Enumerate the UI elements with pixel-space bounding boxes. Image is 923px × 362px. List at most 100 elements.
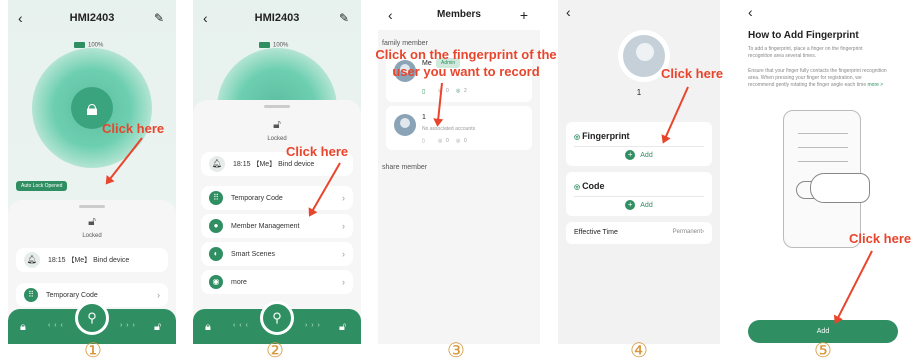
unlock-icon[interactable]: 🔓︎: [154, 321, 161, 334]
step-number-3: ③: [447, 338, 465, 362]
keypad-line: [798, 147, 848, 148]
step-number-5: ⑤: [814, 338, 832, 362]
keypad-icon: ⠿: [24, 288, 38, 302]
phone-icon: ▯: [422, 89, 426, 95]
step-number-2: ②: [266, 338, 284, 362]
screen-1: ‹ HMI2403 ✎ 100% 🔒︎ Auto Lock Opened 🔓︎ L…: [8, 0, 176, 344]
back-icon[interactable]: ‹: [203, 8, 208, 28]
member-subtitle: No associated accounts: [422, 126, 476, 132]
menu-smart-scenes[interactable]: ◐ Smart Scenes ›: [201, 242, 353, 266]
plus-icon: +: [625, 150, 636, 160]
callout-3: Click on the fingerprint of the user you…: [375, 47, 557, 79]
more-icon: ◉: [209, 275, 223, 289]
fingerprint-knob[interactable]: ⚲: [75, 301, 109, 335]
fingerprint-icon: ◎: [456, 138, 461, 144]
plus-icon: +: [625, 200, 636, 210]
toggle-icon: ◐: [209, 247, 223, 261]
swipe-left-hint: ‹ ‹ ‹: [48, 322, 64, 329]
back-icon[interactable]: ‹: [388, 0, 393, 30]
lock-orb[interactable]: 🔒︎: [32, 48, 152, 168]
top-bar: ‹ HMI2403 ✎: [8, 8, 176, 28]
divider: [574, 146, 704, 147]
permanent-value: Permanent: [672, 229, 702, 235]
callout-1: Click here: [102, 121, 165, 136]
page-title: How to Add Fingerprint: [748, 30, 859, 41]
avatar: [394, 114, 416, 136]
swipe-right-hint: › › ›: [120, 322, 136, 329]
activity-log[interactable]: 🔔︎ 18:15 【Me】 Bind device: [16, 248, 168, 272]
device-title: HMI2403: [69, 12, 115, 24]
menu-label: Smart Scenes: [231, 250, 275, 258]
password-icon: ◎: [438, 138, 443, 144]
menu-label: Member Management: [231, 222, 300, 230]
lock-status-label: Locked: [267, 136, 287, 142]
sheet-handle[interactable]: [264, 105, 290, 108]
battery-icon: [259, 42, 270, 48]
log-text: 18:15 【Me】 Bind device: [233, 161, 315, 168]
unlock-icon[interactable]: 🔓︎: [339, 321, 346, 334]
member-card-1[interactable]: 1 No associated accounts ▯ ◎ 0 ◎ 0: [386, 106, 532, 150]
divider: [574, 196, 704, 197]
unlock-icon: 🔓︎: [88, 214, 96, 228]
step-number-4: ④: [630, 338, 648, 362]
member-name: 1: [422, 114, 426, 121]
password-count: 0: [446, 138, 449, 144]
instruction-1: To add a fingerprint, place a finger on …: [748, 46, 863, 59]
menu-label: Temporary Code: [46, 291, 98, 299]
keypad-line: [798, 161, 848, 162]
back-icon[interactable]: ‹: [18, 8, 23, 28]
effective-time-row[interactable]: Effective Time Permanent›: [566, 222, 712, 244]
fingerprint-icon: ◎: [456, 88, 461, 94]
keypad-line: [798, 133, 848, 134]
swipe-right-hint: › › ›: [305, 322, 321, 329]
edit-icon[interactable]: ✎: [339, 8, 349, 28]
fingerprint-count: 0: [464, 138, 467, 144]
section-share: share member: [382, 164, 428, 171]
fingerprint-label: Fingerprint: [582, 131, 630, 141]
callout-5: Click here: [849, 231, 912, 246]
person-icon: ●: [209, 219, 223, 233]
menu-more[interactable]: ◉ more ›: [201, 270, 353, 294]
fingerprint-title: ◎ Fingerprint: [574, 131, 630, 141]
add-fingerprint-button[interactable]: + Add: [566, 150, 712, 160]
step-number-1: ①: [84, 338, 102, 362]
lock-status: 🔓︎ Locked: [8, 214, 176, 239]
hand-icon: [810, 173, 870, 203]
callout-2: Click here: [286, 144, 349, 159]
lock-illustration: [783, 110, 870, 248]
edit-icon[interactable]: ✎: [154, 8, 164, 28]
chevron-right-icon: ›: [342, 277, 345, 287]
unlock-icon: 🔓︎: [273, 117, 281, 131]
effective-time-value: Permanent›: [673, 229, 704, 235]
auto-lock-badge: Auto Lock Opened: [16, 181, 68, 191]
menu-label: Temporary Code: [231, 194, 283, 202]
add-member-icon[interactable]: +: [520, 0, 528, 30]
fingerprint-section: ◎ Fingerprint + Add: [566, 122, 712, 166]
lock-icon[interactable]: 🔒︎: [205, 321, 211, 334]
add-label: Add: [640, 151, 653, 159]
log-text: 18:15 【Me】 Bind device: [48, 257, 130, 264]
instruction-2-text: Ensure that your finger fully contacts t…: [748, 68, 887, 88]
lock-icon[interactable]: 🔒︎: [20, 321, 26, 334]
add-code-button[interactable]: + Add: [566, 200, 712, 210]
more-link[interactable]: more >: [868, 82, 884, 88]
fingerprint-count: 2: [464, 88, 467, 94]
sheet-handle[interactable]: [79, 205, 105, 208]
callout-4: Click here: [661, 66, 724, 81]
swipe-left-hint: ‹ ‹ ‹: [233, 322, 249, 329]
bell-icon: 🔔︎: [209, 156, 225, 172]
chevron-right-icon: ›: [157, 290, 160, 300]
chevron-right-icon: ›: [342, 193, 345, 203]
back-icon[interactable]: ‹: [748, 4, 753, 20]
menu-temporary-code[interactable]: ⠿ Temporary Code ›: [201, 186, 353, 210]
device-title: HMI2403: [254, 12, 300, 24]
back-icon[interactable]: ‹: [566, 4, 571, 20]
phone-icon: ▯: [422, 138, 425, 144]
bell-icon: 🔔︎: [24, 252, 40, 268]
instruction-2: Ensure that your finger fully contacts t…: [748, 68, 888, 89]
menu-member-management[interactable]: ● Member Management ›: [201, 214, 353, 238]
fingerprint-icon: ◎: [574, 134, 583, 141]
lock-status: 🔓︎ Locked: [193, 117, 361, 142]
fingerprint-knob[interactable]: ⚲: [260, 301, 294, 335]
effective-time-label: Effective Time: [574, 229, 618, 236]
